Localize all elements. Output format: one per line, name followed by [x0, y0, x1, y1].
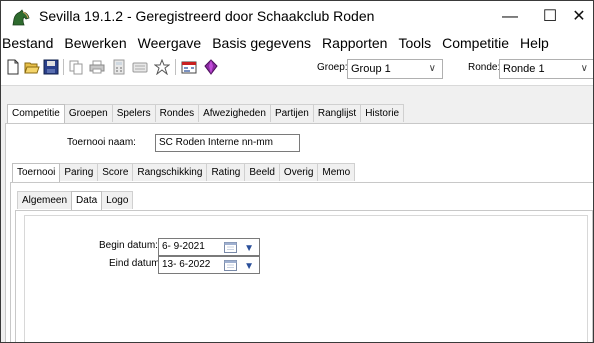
tab-paring[interactable]: Paring	[59, 163, 99, 181]
main-tabs: Competitie Groepen Spelers Rondes Afwezi…	[7, 104, 405, 123]
menu-tools[interactable]: Tools	[398, 33, 431, 53]
data-panel: Begin datum: 6- 9-2021 ▼ Eind datum: 13-…	[15, 210, 593, 342]
close-button[interactable]: ✕	[563, 1, 593, 33]
tab-data[interactable]: Data	[71, 191, 103, 210]
keyboard-icon[interactable]	[132, 59, 148, 75]
tab-toernooi[interactable]: Toernooi	[12, 163, 61, 182]
calendar-icon[interactable]	[224, 259, 237, 271]
group-label: Groep:	[317, 62, 348, 73]
title-bar: Sevilla 19.1.2 - Geregistreerd door Scha…	[1, 1, 593, 33]
tournament-name-label: Toernooi naam:	[67, 137, 136, 148]
round-label: Ronde:	[468, 62, 501, 73]
window-title: Sevilla 19.1.2 - Geregistreerd door Scha…	[39, 8, 375, 24]
tournament-name-field[interactable]: SC Roden Interne nn-mm	[155, 134, 300, 152]
menu-bestand[interactable]: Bestand	[2, 33, 53, 53]
menu-bewerken[interactable]: Bewerken	[64, 33, 126, 53]
chevron-down-icon: ∨	[580, 63, 588, 74]
copy-icon[interactable]	[68, 59, 84, 75]
begin-date-field[interactable]: 6- 9-2021 ▼	[158, 238, 260, 256]
inner-tabs: Algemeen Data Logo	[17, 191, 134, 210]
app-window: Sevilla 19.1.2 - Geregistreerd door Scha…	[0, 0, 594, 343]
dates-group: Begin datum: 6- 9-2021 ▼ Eind datum: 13-…	[24, 215, 588, 342]
tab-score[interactable]: Score	[97, 163, 134, 181]
tab-groepen[interactable]: Groepen	[63, 104, 113, 122]
tab-memo[interactable]: Memo	[317, 163, 356, 181]
group-value: Group 1	[351, 63, 391, 75]
tab-beeld[interactable]: Beeld	[244, 163, 280, 181]
tab-historie[interactable]: Historie	[360, 104, 405, 122]
open-icon[interactable]	[24, 59, 40, 75]
new-icon[interactable]	[5, 59, 21, 75]
toolbar-separator	[175, 59, 176, 75]
tab-rating[interactable]: Rating	[206, 163, 246, 181]
begin-date-value: 6- 9-2021	[162, 241, 205, 252]
tournament-icon[interactable]	[181, 59, 197, 75]
menu-rapporten[interactable]: Rapporten	[322, 33, 387, 53]
competitie-panel: Toernooi naam: SC Roden Interne nn-mm To…	[5, 123, 593, 342]
toernooi-panel: Algemeen Data Logo Begin datum: 6- 9-202…	[10, 182, 593, 342]
round-value: Ronde 1	[503, 63, 545, 75]
calendar-icon[interactable]	[224, 241, 237, 253]
end-date-value: 13- 6-2022	[162, 259, 211, 270]
pairing-icon[interactable]	[154, 59, 170, 75]
tab-afwezigheden[interactable]: Afwezigheden	[198, 104, 271, 122]
end-date-field[interactable]: 13- 6-2022 ▼	[158, 256, 260, 274]
dropdown-arrow-icon[interactable]: ▼	[244, 241, 254, 257]
tab-rangschikking[interactable]: Rangschikking	[132, 163, 208, 181]
menu-competitie[interactable]: Competitie	[442, 33, 509, 53]
calculator-icon[interactable]	[111, 59, 127, 75]
round-select[interactable]: Ronde 1 ∨	[499, 59, 593, 79]
tab-logo[interactable]: Logo	[101, 191, 134, 209]
horse-logo-icon	[12, 9, 30, 26]
end-date-label: Eind datum:	[109, 258, 163, 269]
tab-overig[interactable]: Overig	[278, 163, 319, 181]
gem-icon[interactable]	[203, 59, 219, 75]
sub-tabs: Toernooi Paring Score Rangschikking Rati…	[12, 163, 356, 182]
tab-algemeen[interactable]: Algemeen	[17, 191, 73, 209]
main-area: Competitie Groepen Spelers Rondes Afwezi…	[1, 85, 593, 342]
save-icon[interactable]	[43, 59, 59, 75]
menu-weergave[interactable]: Weergave	[138, 33, 202, 53]
tab-ranglijst[interactable]: Ranglijst	[312, 104, 362, 122]
dropdown-arrow-icon[interactable]: ▼	[244, 259, 254, 275]
menu-bar: Bestand Bewerken Weergave Basis gegevens…	[1, 33, 593, 53]
begin-date-label: Begin datum:	[99, 240, 158, 251]
tab-competitie[interactable]: Competitie	[7, 104, 65, 123]
menu-basis-gegevens[interactable]: Basis gegevens	[212, 33, 311, 53]
menu-help[interactable]: Help	[520, 33, 549, 53]
toolbar: Groep: Group 1 ∨ Ronde: Ronde 1 ∨	[1, 55, 593, 83]
toolbar-separator	[63, 59, 64, 75]
group-select[interactable]: Group 1 ∨	[347, 59, 443, 79]
chevron-down-icon: ∨	[428, 63, 436, 74]
tab-partijen[interactable]: Partijen	[269, 104, 314, 122]
print-icon[interactable]	[89, 59, 105, 75]
tab-spelers[interactable]: Spelers	[111, 104, 156, 122]
tab-rondes[interactable]: Rondes	[154, 104, 200, 122]
